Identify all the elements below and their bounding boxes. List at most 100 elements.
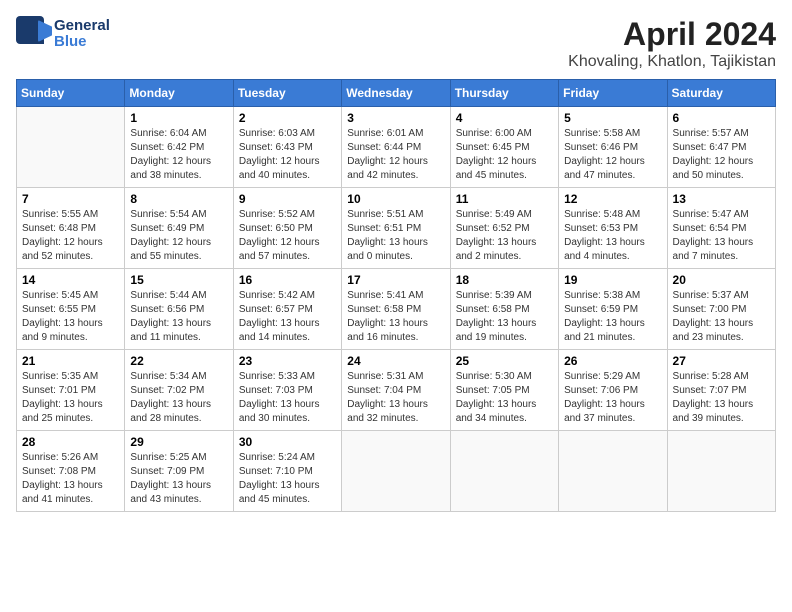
calendar-cell: 14 Sunrise: 5:45 AM Sunset: 6:55 PM Dayli… (17, 269, 125, 350)
day-info: Sunrise: 5:28 AM Sunset: 7:07 PM Dayligh… (673, 370, 770, 426)
day-number: 25 (456, 354, 553, 368)
calendar-cell: 4Sunrise: 6:00 AM Sunset: 6:45 PM Daylig… (450, 107, 558, 188)
calendar-cell (17, 107, 125, 188)
day-number: 3 (347, 111, 444, 125)
logo-blue: Blue (54, 34, 110, 51)
day-number: 13 (673, 192, 770, 206)
weekday-header-wednesday: Wednesday (342, 80, 450, 107)
weekday-header-saturday: Saturday (667, 80, 775, 107)
week-row-2: 7 Sunrise: 5:55 AM Sunset: 6:48 PM Daylig… (17, 188, 776, 269)
logo-general: General (54, 18, 110, 35)
week-row-3: 14 Sunrise: 5:45 AM Sunset: 6:55 PM Dayli… (17, 269, 776, 350)
calendar-cell: 3 Sunrise: 6:01 AM Sunset: 6:44 PM Daylig… (342, 107, 450, 188)
day-number: 2 (239, 111, 336, 125)
day-number: 16 (239, 273, 336, 287)
day-info: Sunrise: 5:52 AM Sunset: 6:50 PM Dayligh… (239, 208, 336, 264)
calendar-cell (342, 431, 450, 512)
day-number: 11 (456, 192, 553, 206)
day-info: Sunrise: 5:44 AM Sunset: 6:56 PM Dayligh… (130, 289, 227, 345)
day-number: 22 (130, 354, 227, 368)
day-number: 20 (673, 273, 770, 287)
calendar-cell: 29 Sunrise: 5:25 AM Sunset: 7:09 PM Dayli… (125, 431, 233, 512)
day-number: 29 (130, 435, 227, 449)
calendar-cell: 30 Sunrise: 5:24 AM Sunset: 7:10 PM Dayli… (233, 431, 341, 512)
day-number: 6 (673, 111, 770, 125)
week-row-5: 28 Sunrise: 5:26 AM Sunset: 7:08 PM Dayli… (17, 431, 776, 512)
calendar-cell: 5 Sunrise: 5:58 AM Sunset: 6:46 PM Daylig… (559, 107, 667, 188)
weekday-header-friday: Friday (559, 80, 667, 107)
day-number: 26 (564, 354, 661, 368)
calendar-cell: 24Sunrise: 5:31 AM Sunset: 7:04 PM Dayli… (342, 350, 450, 431)
day-number: 21 (22, 354, 119, 368)
week-row-4: 21 Sunrise: 5:35 AM Sunset: 7:01 PM Dayli… (17, 350, 776, 431)
calendar-cell: 20 Sunrise: 5:37 AM Sunset: 7:00 PM Dayli… (667, 269, 775, 350)
calendar-cell: 2 Sunrise: 6:03 AM Sunset: 6:43 PM Daylig… (233, 107, 341, 188)
day-info: Sunrise: 5:57 AM Sunset: 6:47 PM Dayligh… (673, 127, 770, 183)
weekday-header-monday: Monday (125, 80, 233, 107)
day-number: 27 (673, 354, 770, 368)
calendar-cell: 26 Sunrise: 5:29 AM Sunset: 7:06 PM Dayli… (559, 350, 667, 431)
title-area: April 2024 Khovaling, Khatlon, Tajikista… (568, 16, 776, 71)
calendar-cell: 8Sunrise: 5:54 AM Sunset: 6:49 PM Daylig… (125, 188, 233, 269)
day-number: 19 (564, 273, 661, 287)
header: General Blue April 2024 Khovaling, Khatl… (16, 16, 776, 71)
day-info: Sunrise: 5:26 AM Sunset: 7:08 PM Dayligh… (22, 451, 119, 507)
location-title: Khovaling, Khatlon, Tajikistan (568, 53, 776, 71)
day-info: Sunrise: 5:33 AM Sunset: 7:03 PM Dayligh… (239, 370, 336, 426)
calendar-cell: 11 Sunrise: 5:49 AM Sunset: 6:52 PM Dayli… (450, 188, 558, 269)
day-number: 10 (347, 192, 444, 206)
day-info: Sunrise: 5:48 AM Sunset: 6:53 PM Dayligh… (564, 208, 661, 264)
weekday-header-thursday: Thursday (450, 80, 558, 107)
calendar-cell (450, 431, 558, 512)
day-info: Sunrise: 5:35 AM Sunset: 7:01 PM Dayligh… (22, 370, 119, 426)
day-info: Sunrise: 5:51 AM Sunset: 6:51 PM Dayligh… (347, 208, 444, 264)
day-number: 18 (456, 273, 553, 287)
calendar-cell: 19 Sunrise: 5:38 AM Sunset: 6:59 PM Dayli… (559, 269, 667, 350)
day-number: 23 (239, 354, 336, 368)
day-number: 30 (239, 435, 336, 449)
calendar-cell: 1 Sunrise: 6:04 AM Sunset: 6:42 PM Daylig… (125, 107, 233, 188)
day-info: Sunrise: 5:37 AM Sunset: 7:00 PM Dayligh… (673, 289, 770, 345)
calendar-cell: 25 Sunrise: 5:30 AM Sunset: 7:05 PM Dayli… (450, 350, 558, 431)
day-number: 12 (564, 192, 661, 206)
calendar-cell: 13Sunrise: 5:47 AM Sunset: 6:54 PM Dayli… (667, 188, 775, 269)
calendar-cell: 17Sunrise: 5:41 AM Sunset: 6:58 PM Dayli… (342, 269, 450, 350)
day-info: Sunrise: 5:25 AM Sunset: 7:09 PM Dayligh… (130, 451, 227, 507)
calendar-cell: 15Sunrise: 5:44 AM Sunset: 6:56 PM Dayli… (125, 269, 233, 350)
calendar-cell: 18 Sunrise: 5:39 AM Sunset: 6:58 PM Dayli… (450, 269, 558, 350)
day-info: Sunrise: 6:01 AM Sunset: 6:44 PM Dayligh… (347, 127, 444, 183)
day-info: Sunrise: 5:54 AM Sunset: 6:49 PM Dayligh… (130, 208, 227, 264)
calendar-cell: 16Sunrise: 5:42 AM Sunset: 6:57 PM Dayli… (233, 269, 341, 350)
weekday-header-row: SundayMondayTuesdayWednesdayThursdayFrid… (17, 80, 776, 107)
calendar-cell (559, 431, 667, 512)
day-info: Sunrise: 5:30 AM Sunset: 7:05 PM Dayligh… (456, 370, 553, 426)
day-info: Sunrise: 5:29 AM Sunset: 7:06 PM Dayligh… (564, 370, 661, 426)
weekday-header-tuesday: Tuesday (233, 80, 341, 107)
calendar-table: SundayMondayTuesdayWednesdayThursdayFrid… (16, 79, 776, 512)
calendar-cell: 27 Sunrise: 5:28 AM Sunset: 7:07 PM Dayli… (667, 350, 775, 431)
day-number: 5 (564, 111, 661, 125)
calendar-cell: 23 Sunrise: 5:33 AM Sunset: 7:03 PM Dayli… (233, 350, 341, 431)
day-info: Sunrise: 5:38 AM Sunset: 6:59 PM Dayligh… (564, 289, 661, 345)
day-info: Sunrise: 6:03 AM Sunset: 6:43 PM Dayligh… (239, 127, 336, 183)
day-info: Sunrise: 5:24 AM Sunset: 7:10 PM Dayligh… (239, 451, 336, 507)
day-info: Sunrise: 5:55 AM Sunset: 6:48 PM Dayligh… (22, 208, 119, 264)
calendar-cell (667, 431, 775, 512)
day-info: Sunrise: 5:45 AM Sunset: 6:55 PM Dayligh… (22, 289, 119, 345)
day-number: 14 (22, 273, 119, 287)
calendar-cell: 10 Sunrise: 5:51 AM Sunset: 6:51 PM Dayli… (342, 188, 450, 269)
day-info: Sunrise: 5:34 AM Sunset: 7:02 PM Dayligh… (130, 370, 227, 426)
day-info: Sunrise: 6:04 AM Sunset: 6:42 PM Dayligh… (130, 127, 227, 183)
day-info: Sunrise: 5:39 AM Sunset: 6:58 PM Dayligh… (456, 289, 553, 345)
day-number: 9 (239, 192, 336, 206)
day-info: Sunrise: 6:00 AM Sunset: 6:45 PM Dayligh… (456, 127, 553, 183)
weekday-header-sunday: Sunday (17, 80, 125, 107)
day-number: 17 (347, 273, 444, 287)
calendar-cell: 9 Sunrise: 5:52 AM Sunset: 6:50 PM Daylig… (233, 188, 341, 269)
day-number: 7 (22, 192, 119, 206)
month-title: April 2024 (568, 16, 776, 53)
day-info: Sunrise: 5:58 AM Sunset: 6:46 PM Dayligh… (564, 127, 661, 183)
day-info: Sunrise: 5:49 AM Sunset: 6:52 PM Dayligh… (456, 208, 553, 264)
day-number: 1 (130, 111, 227, 125)
day-number: 28 (22, 435, 119, 449)
